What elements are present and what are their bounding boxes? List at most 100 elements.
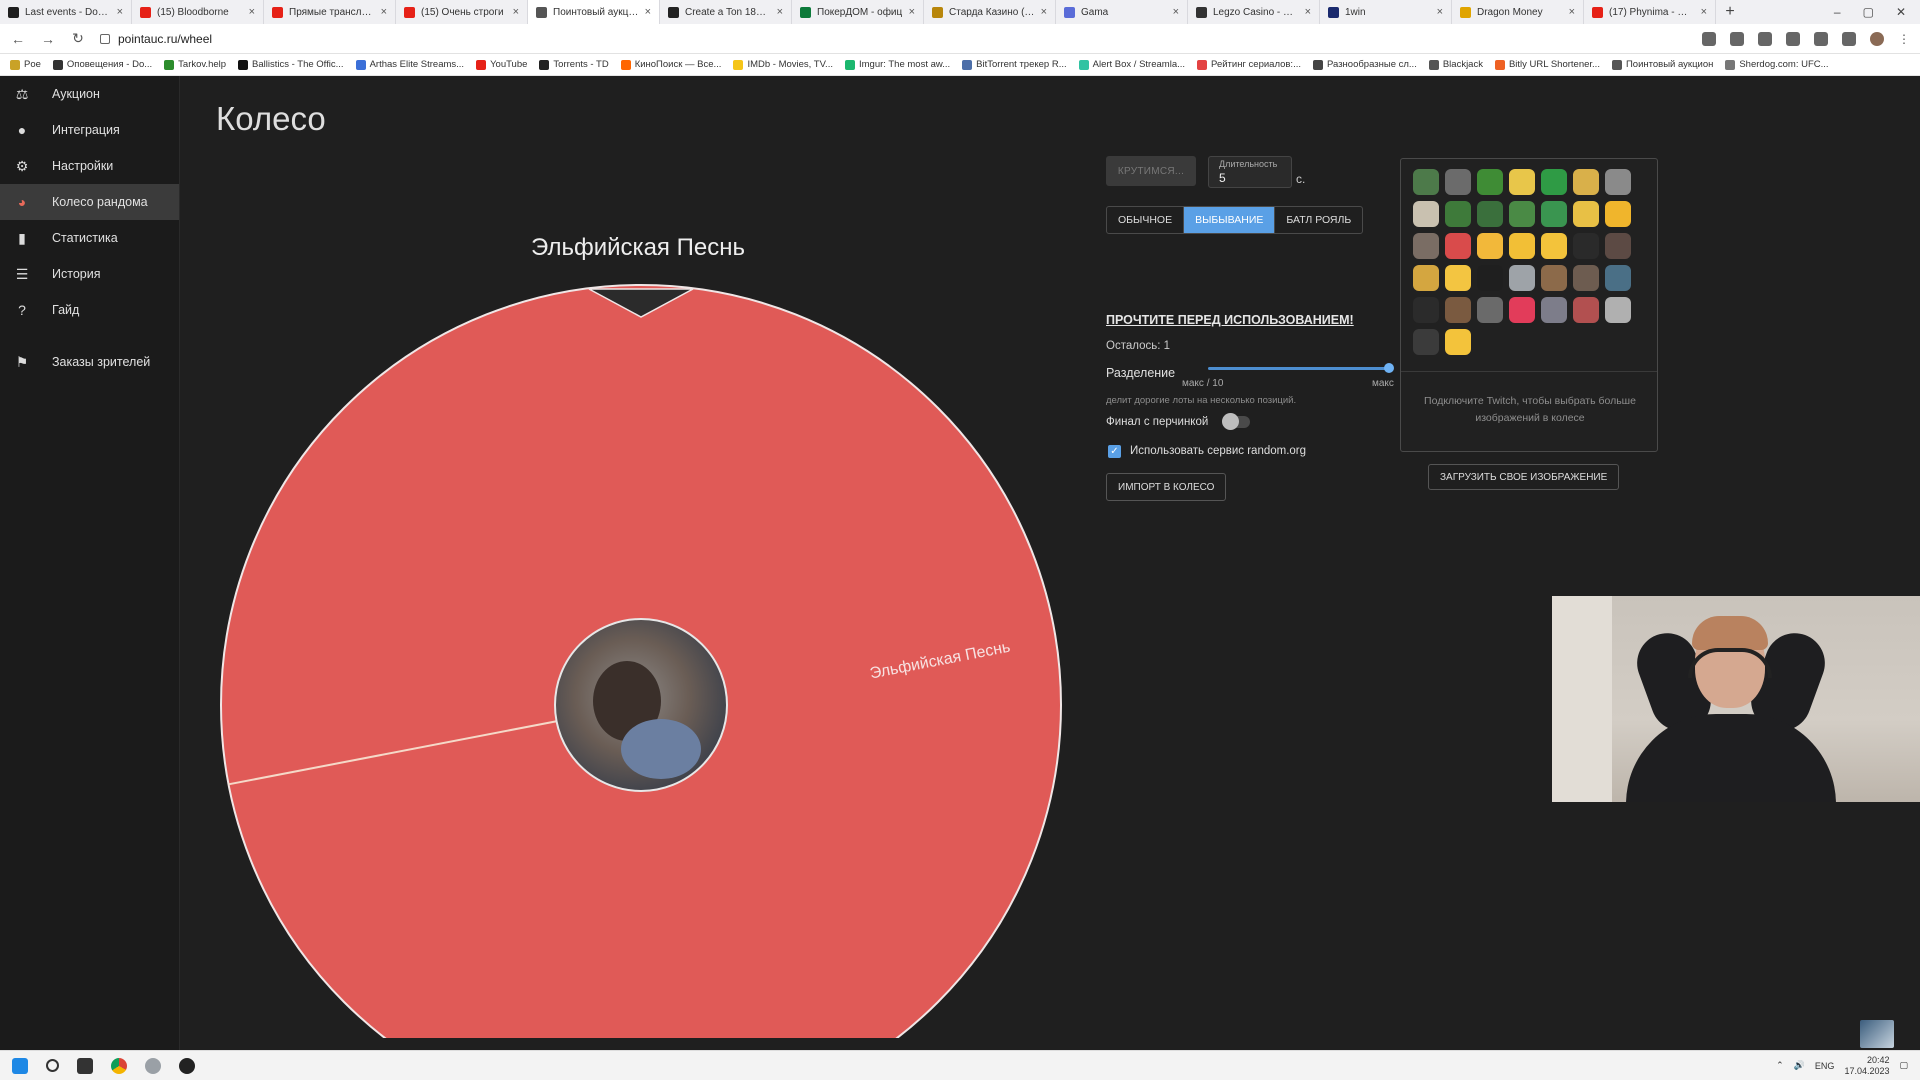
browser-tab[interactable]: Create a Ton 185 игр ×	[660, 0, 792, 24]
tab-close-icon[interactable]: ×	[1437, 6, 1443, 18]
emote-image[interactable]	[1413, 201, 1439, 227]
emote-image[interactable]	[1541, 169, 1567, 195]
emote-image[interactable]	[1605, 265, 1631, 291]
bookmark-item[interactable]: Alert Box / Streamla...	[1078, 59, 1185, 70]
maximize-icon[interactable]: ▢	[1863, 5, 1874, 19]
browser-tab[interactable]: Dragon Money ×	[1452, 0, 1584, 24]
tab-close-icon[interactable]: ×	[1569, 6, 1575, 18]
tab-close-icon[interactable]: ×	[1041, 6, 1047, 18]
minimize-icon[interactable]: –	[1834, 5, 1841, 19]
tab-close-icon[interactable]: ×	[513, 6, 519, 18]
browser-tab[interactable]: Last events - Donat ×	[0, 0, 132, 24]
emote-image[interactable]	[1509, 169, 1535, 195]
tab-close-icon[interactable]: ×	[777, 6, 783, 18]
new-tab-icon[interactable]: +	[1716, 0, 1744, 24]
forward-icon[interactable]: →	[40, 31, 56, 47]
emote-image[interactable]	[1413, 169, 1439, 195]
browser-tab[interactable]: Legzo Casino - рабо ×	[1188, 0, 1320, 24]
bookmark-item[interactable]: Torrents - TD	[539, 59, 609, 70]
mode-button[interactable]: ОБЫЧНОЕ	[1107, 207, 1185, 233]
emote-image[interactable]	[1573, 297, 1599, 323]
url-field[interactable]: pointauc.ru/wheel	[100, 32, 1688, 46]
mode-button[interactable]: БАТЛ РОЯЛЬ	[1275, 207, 1362, 233]
menu-dots-icon[interactable]: ⋮	[1898, 32, 1910, 46]
emote-image[interactable]	[1445, 297, 1471, 323]
emote-image[interactable]	[1477, 201, 1503, 227]
obs-icon[interactable]	[179, 1057, 195, 1074]
bookmark-item[interactable]: Tarkov.help	[164, 59, 226, 70]
wheel-svg[interactable]: Эльфийская Песнь	[210, 158, 1080, 1038]
volume-icon[interactable]: 🔊	[1794, 1060, 1805, 1071]
emote-image[interactable]	[1477, 169, 1503, 195]
emote-image[interactable]	[1509, 201, 1535, 227]
clock[interactable]: 20:42 17.04.2023	[1844, 1055, 1889, 1077]
bookmark-item[interactable]: IMDb - Movies, TV...	[733, 59, 833, 70]
emote-image[interactable]	[1605, 169, 1631, 195]
browser-tab[interactable]: Поинтовый аукцион ×	[528, 0, 660, 24]
emote-image[interactable]	[1541, 233, 1567, 259]
import-to-wheel-button[interactable]: ИМПОРТ В КОЛЕСО	[1106, 473, 1227, 501]
tab-close-icon[interactable]: ×	[1305, 6, 1311, 18]
emote-image[interactable]	[1413, 233, 1439, 259]
tab-close-icon[interactable]: ×	[1701, 6, 1707, 18]
emote-image[interactable]	[1605, 297, 1631, 323]
tab-close-icon[interactable]: ×	[249, 6, 255, 18]
emote-image[interactable]	[1541, 201, 1567, 227]
final-toggle-knob[interactable]	[1222, 413, 1239, 430]
sidebar-item[interactable]: ◕ Колесо рандома	[0, 184, 179, 220]
upload-image-button[interactable]: ЗАГРУЗИТЬ СВОЕ ИЗОБРАЖЕНИЕ	[1428, 464, 1620, 490]
url-text[interactable]: pointauc.ru/wheel	[118, 32, 212, 46]
tab-close-icon[interactable]: ×	[909, 6, 915, 18]
puzzle-icon[interactable]	[1786, 31, 1800, 46]
browser-tab[interactable]: ПокерДОМ - офиц ×	[792, 0, 924, 24]
reload-icon[interactable]: ↻	[70, 30, 86, 47]
emote-image[interactable]	[1573, 233, 1599, 259]
emote-image[interactable]	[1573, 265, 1599, 291]
windows-start-icon[interactable]	[12, 1057, 28, 1074]
emote-image[interactable]	[1413, 329, 1439, 355]
browser-tab[interactable]: Gama ×	[1056, 0, 1188, 24]
bookmark-item[interactable]: Разнообразные сл...	[1313, 59, 1417, 70]
bookmark-star-icon[interactable]	[1730, 31, 1744, 46]
sidebar-item[interactable]: ☰ История	[0, 256, 179, 292]
sidebar-item[interactable]: ⚖ Аукцион	[0, 76, 179, 112]
emote-image[interactable]	[1445, 265, 1471, 291]
language-indicator[interactable]: ENG	[1815, 1061, 1835, 1071]
bookmark-item[interactable]: Blackjack	[1428, 59, 1483, 70]
tray-chevron-icon[interactable]: ⌃	[1776, 1060, 1784, 1071]
sidebar-item[interactable]: ⚑ Заказы зрителей	[0, 344, 179, 380]
tab-close-icon[interactable]: ×	[645, 6, 651, 18]
browser-tab[interactable]: Старда Казино (Star ×	[924, 0, 1056, 24]
bookmark-item[interactable]: Оповещения - Do...	[52, 59, 152, 70]
bookmark-item[interactable]: YouTube	[476, 59, 527, 70]
emote-image[interactable]	[1413, 265, 1439, 291]
mode-button[interactable]: ВЫБЫВАНИЕ	[1184, 207, 1276, 233]
emote-image[interactable]	[1445, 201, 1471, 227]
tab-close-icon[interactable]: ×	[381, 6, 387, 18]
emote-image[interactable]	[1541, 265, 1567, 291]
browser-tab[interactable]: (17) Phynima - Cryst ×	[1584, 0, 1716, 24]
spin-button[interactable]: КРУТИМСЯ...	[1106, 156, 1196, 186]
sidebar-item[interactable]: ▮ Статистика	[0, 220, 179, 256]
emote-image[interactable]	[1509, 233, 1535, 259]
bookmark-item[interactable]: Bitly URL Shortener...	[1494, 59, 1600, 70]
sidepanel-icon[interactable]	[1842, 31, 1856, 46]
emote-image[interactable]	[1445, 233, 1471, 259]
browser-tab[interactable]: (15) Очень строги ×	[396, 0, 528, 24]
reading-list-icon[interactable]	[1814, 31, 1828, 46]
emote-image[interactable]	[1477, 233, 1503, 259]
bookmark-item[interactable]: Sherdog.com: UFC...	[1725, 59, 1829, 70]
emote-image[interactable]	[1445, 169, 1471, 195]
search-icon[interactable]	[46, 1059, 59, 1072]
emote-image[interactable]	[1573, 169, 1599, 195]
bookmark-item[interactable]: Ballistics - The Offic...	[238, 59, 344, 70]
split-slider-thumb[interactable]	[1384, 363, 1394, 373]
emote-image[interactable]	[1445, 329, 1471, 355]
browser-tab[interactable]: Прямые трансляци ×	[264, 0, 396, 24]
emote-image[interactable]	[1605, 233, 1631, 259]
bookmark-item[interactable]: BitTorrent трекер R...	[962, 59, 1067, 70]
bookmark-item[interactable]: Poe	[10, 59, 41, 70]
emote-image[interactable]	[1413, 297, 1439, 323]
tab-close-icon[interactable]: ×	[117, 6, 123, 18]
extension-icon[interactable]	[1758, 31, 1772, 46]
